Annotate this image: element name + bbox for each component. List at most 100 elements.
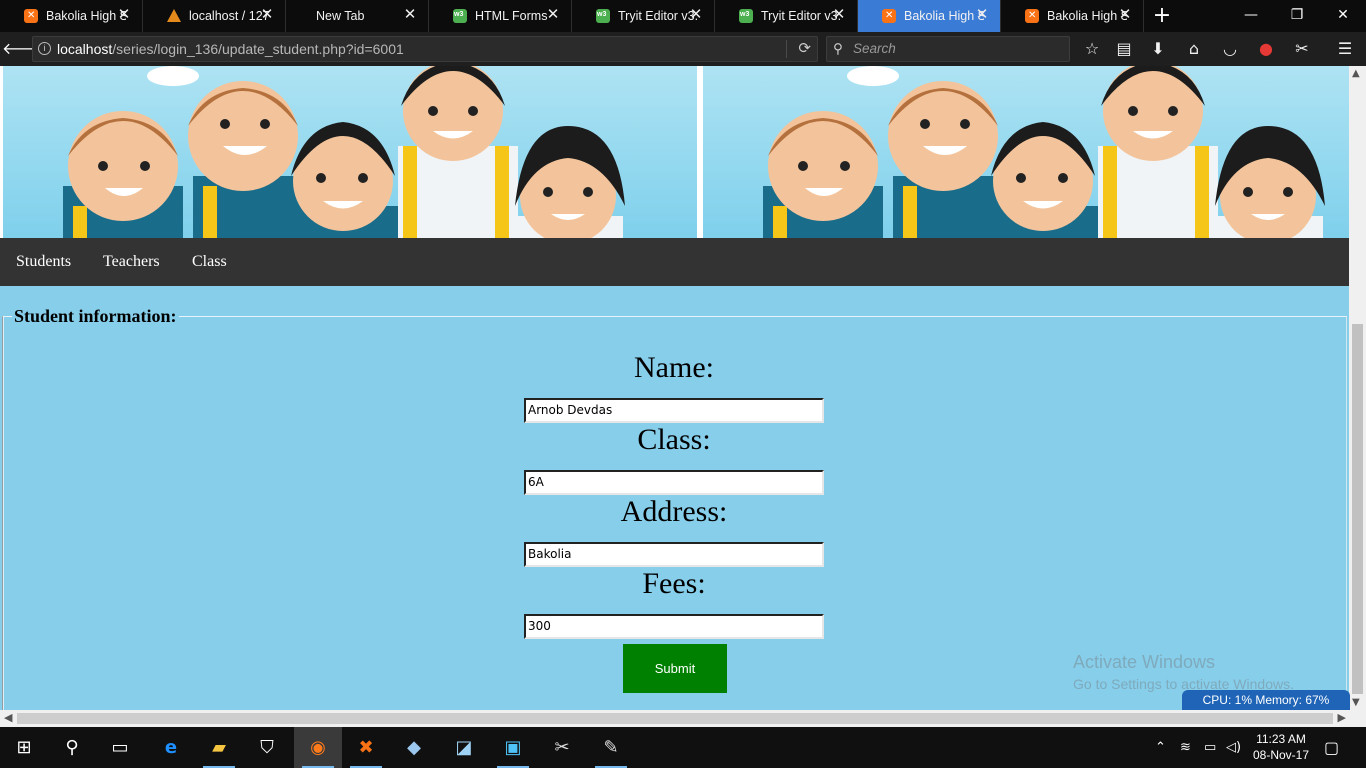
close-tab-icon[interactable]: ✕ [259, 7, 275, 23]
main-menu: Students Teachers Class [0, 238, 1349, 286]
scrollbar-thumb[interactable] [17, 713, 1333, 724]
tab-title: New Tab [316, 9, 365, 23]
browser-tab[interactable]: Tryit Editor v3.5 ✕ [715, 0, 858, 32]
menu-item-teachers[interactable]: Teachers [103, 238, 160, 286]
close-window-icon[interactable]: ✕ [1320, 0, 1366, 32]
submit-button[interactable]: Submit [623, 644, 727, 693]
restore-icon[interactable]: ❐ [1274, 0, 1320, 32]
download-icon[interactable]: ⬇ [1141, 32, 1175, 66]
url-path: /series/login_136/update_student.php?id=… [112, 41, 404, 57]
virtualbox-icon[interactable]: ◆ [390, 727, 438, 768]
fees-label: Fees: [642, 567, 706, 600]
tab-title: Bakolia High Sc [46, 9, 126, 23]
tab-strip: Bakolia High Sc ✕ localhost / 127.0 ✕ Ne… [0, 0, 1366, 32]
close-tab-icon[interactable]: ✕ [831, 7, 847, 23]
reading-list-icon[interactable]: ▤ [1107, 32, 1141, 66]
w3schools-icon [739, 9, 753, 23]
browser-tab[interactable]: New Tab ✕ [286, 0, 429, 32]
new-tab-button[interactable]: + [1144, 0, 1180, 32]
name-field[interactable]: Arnob Devdas [524, 398, 824, 423]
file-explorer-icon[interactable]: ▰ [195, 727, 243, 768]
address-label: Address: [620, 495, 728, 528]
activate-windows-title: Activate Windows [1073, 652, 1216, 672]
pocket-icon[interactable]: ◡ [1213, 32, 1247, 66]
scroll-up-icon[interactable]: ▲ [1352, 68, 1360, 79]
sticky-app-icon[interactable]: ▣ [489, 727, 537, 768]
scroll-down-icon[interactable]: ▼ [1352, 697, 1360, 708]
xampp-icon[interactable]: ✖ [342, 727, 390, 768]
phpmyadmin-icon [167, 9, 181, 22]
tab-title: Tryit Editor v3.5 [618, 9, 698, 23]
task-view-icon[interactable]: ▭ [96, 727, 144, 768]
close-tab-icon[interactable]: ✕ [688, 7, 704, 23]
menu-icon[interactable]: ☰ [1328, 32, 1362, 66]
close-tab-icon[interactable]: ✕ [402, 7, 418, 23]
browser-tab[interactable]: HTML Forms ✕ [429, 0, 572, 32]
menu-item-class[interactable]: Class [192, 238, 227, 286]
fees-field[interactable]: 300 [524, 614, 824, 639]
browser-tab[interactable]: Bakolia High Sc ✕ [0, 0, 143, 32]
wifi-icon[interactable]: ≋ [1180, 727, 1191, 768]
w3schools-icon [453, 9, 467, 23]
snipping-icon[interactable]: ✂ [538, 727, 586, 768]
edge-icon[interactable]: e [147, 727, 195, 768]
w3schools-icon [596, 9, 610, 23]
firefox-icon[interactable]: ◉ [294, 727, 342, 768]
banner-image [3, 66, 697, 238]
home-icon[interactable]: ⌂ [1177, 32, 1211, 66]
app-icon[interactable]: ◪ [440, 727, 488, 768]
close-tab-icon[interactable]: ✕ [974, 7, 990, 23]
page-viewport: Students Teachers Class Student informat… [0, 66, 1349, 710]
search-input[interactable]: ⚲ Search [826, 36, 1070, 62]
close-tab-icon[interactable]: ✕ [116, 7, 132, 23]
divider [786, 40, 787, 58]
search-placeholder: Search [853, 41, 896, 56]
xampp-icon [882, 9, 896, 23]
address-bar[interactable]: i localhost/series/login_136/update_stud… [32, 36, 818, 62]
windows-start-icon[interactable]: ⊞ [0, 727, 48, 768]
fieldset-legend: Student information: [12, 306, 179, 327]
scroll-right-icon[interactable]: ▶ [1338, 711, 1346, 724]
xampp-icon [24, 9, 38, 23]
volume-icon[interactable]: ◁) [1226, 727, 1241, 768]
tab-title: Bakolia High Sc [904, 9, 984, 23]
paint-icon[interactable]: ✎ [587, 727, 635, 768]
browser-tab[interactable]: Bakolia High Sc ✕ [1001, 0, 1144, 32]
browser-tab-active[interactable]: Bakolia High Sc ✕ [858, 0, 1001, 32]
minimize-icon[interactable]: — [1228, 0, 1274, 32]
scrollbar-thumb[interactable] [1352, 324, 1363, 694]
clock-date: 08-Nov-17 [1252, 748, 1310, 762]
banner-image [703, 66, 1349, 238]
search-icon[interactable]: ⚲ [48, 727, 96, 768]
address-field[interactable]: Bakolia [524, 542, 824, 567]
ublock-icon[interactable]: ● [1249, 32, 1283, 66]
store-icon[interactable]: ⛉ [243, 727, 291, 768]
vertical-scrollbar[interactable]: ▲ ▼ [1349, 66, 1366, 710]
windows-taskbar: ⊞ ⚲ ▭ e ▰ ⛉ ◉ ✖ ◆ ◪ ▣ ✂ ✎ ⌃ ≋ ▭ ◁) 11:23… [0, 727, 1366, 768]
reload-icon[interactable]: ⟳ [798, 37, 811, 61]
clock-time: 11:23 AM [1256, 732, 1306, 746]
class-field[interactable]: 6A [524, 470, 824, 495]
class-label: Class: [637, 423, 711, 456]
browser-tab[interactable]: localhost / 127.0 ✕ [143, 0, 286, 32]
scroll-left-icon[interactable]: ◀ [4, 711, 12, 724]
battery-icon[interactable]: ▭ [1204, 727, 1216, 768]
chevron-up-icon[interactable]: ⌃ [1155, 727, 1166, 768]
xampp-icon [1025, 9, 1039, 23]
close-tab-icon[interactable]: ✕ [1117, 7, 1133, 23]
notifications-icon[interactable]: ▢ [1324, 727, 1339, 768]
back-icon[interactable]: 🡐 [2, 32, 45, 66]
customize-icon[interactable]: ✂ [1285, 32, 1319, 66]
horizontal-scrollbar[interactable]: ◀ ▶ [0, 710, 1366, 727]
site-info-icon[interactable]: i [38, 42, 51, 55]
tab-title: Tryit Editor v3.5 [761, 9, 841, 23]
tab-title: HTML Forms [475, 9, 548, 23]
name-label: Name: [634, 351, 714, 384]
bookmark-star-icon[interactable]: ☆ [1075, 32, 1109, 66]
menu-item-students[interactable]: Students [16, 238, 71, 286]
taskbar-clock[interactable]: 11:23 AM 08-Nov-17 [1246, 731, 1316, 763]
close-tab-icon[interactable]: ✕ [545, 7, 561, 23]
browser-tab[interactable]: Tryit Editor v3.5 ✕ [572, 0, 715, 32]
system-monitor-widget: CPU: 1% Memory: 67% [1182, 690, 1350, 710]
tab-title: Bakolia High Sc [1047, 9, 1127, 23]
